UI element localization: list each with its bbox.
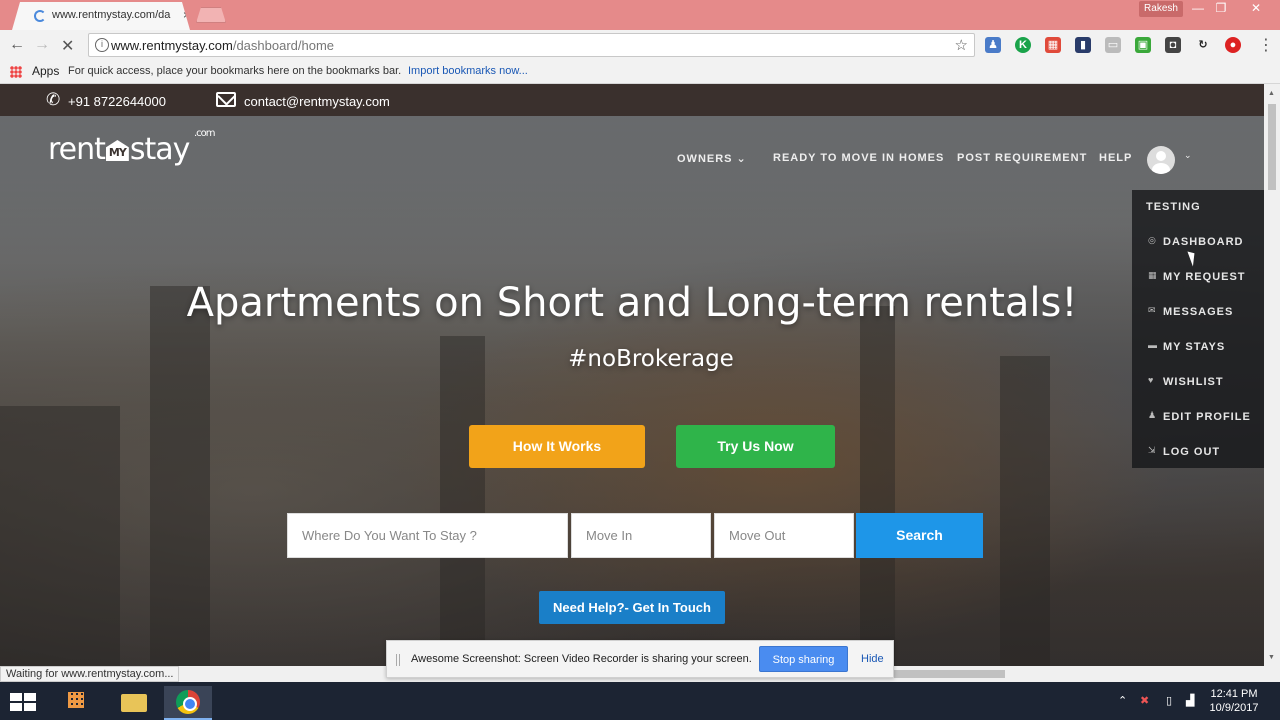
import-bookmarks-link[interactable]: Import bookmarks now... bbox=[408, 65, 528, 77]
apps-icon[interactable] bbox=[10, 66, 22, 78]
nav-post-requirement[interactable]: POST REQUIREMENT bbox=[957, 152, 1087, 164]
nav-ready-to-move[interactable]: READY TO MOVE IN HOMES bbox=[773, 152, 944, 164]
tray-signal-icon[interactable]: ▟ bbox=[1186, 694, 1194, 707]
windows-taskbar: ⌃ ✖ ▯ ▟ 12:41 PM 10/9/2017 bbox=[0, 682, 1280, 720]
extension-recorder-icon[interactable]: ● bbox=[1225, 37, 1241, 53]
contact-bar: ✆ +91 8722644000 contact@rentmystay.com bbox=[0, 84, 1264, 116]
contact-email[interactable]: contact@rentmystay.com bbox=[244, 94, 390, 109]
vertical-scrollbar[interactable]: ▲ ▼ bbox=[1264, 84, 1280, 682]
background-building bbox=[1000, 356, 1050, 666]
taskbar-clock[interactable]: 12:41 PM 10/9/2017 bbox=[1206, 687, 1262, 715]
try-us-now-button[interactable]: Try Us Now bbox=[676, 425, 835, 468]
taskbar-chrome[interactable] bbox=[164, 686, 212, 720]
tab-close-icon[interactable]: × bbox=[183, 8, 190, 22]
scroll-down-icon[interactable]: ▼ bbox=[1268, 654, 1275, 661]
user-dropdown-menu: TESTING ◎ DASHBOARD ▦ MY REQUEST ✉ MESSA… bbox=[1132, 190, 1264, 468]
phone-icon: ✆ bbox=[46, 90, 61, 109]
extension-shield-icon[interactable]: ◘ bbox=[1165, 37, 1181, 53]
folder-icon bbox=[121, 694, 147, 712]
move-out-input[interactable]: Move Out bbox=[714, 513, 854, 558]
page-viewport: ✆ +91 8722644000 contact@rentmystay.com … bbox=[0, 84, 1264, 666]
screen-share-notification: Awesome Screenshot: Screen Video Recorde… bbox=[386, 640, 894, 678]
apps-link[interactable]: Apps bbox=[32, 64, 59, 78]
extension-person-icon[interactable]: ♟ bbox=[985, 37, 1001, 53]
share-message: Awesome Screenshot: Screen Video Recorde… bbox=[411, 653, 752, 665]
how-it-works-button[interactable]: How It Works bbox=[469, 425, 645, 468]
nav-help[interactable]: HELP bbox=[1099, 152, 1132, 164]
tab-title: www.rentmystay.com/da bbox=[52, 9, 171, 21]
bookmarks-bar: Apps For quick access, place your bookma… bbox=[0, 60, 1280, 84]
hide-link[interactable]: Hide bbox=[861, 653, 884, 665]
browser-toolbar: ← → ✕ i www.rentmystay.com/dashboard/hom… bbox=[0, 30, 1280, 60]
scroll-up-icon[interactable]: ▲ bbox=[1268, 90, 1275, 97]
tray-battery-icon[interactable]: ▯ bbox=[1166, 694, 1172, 707]
search-button[interactable]: Search bbox=[856, 513, 983, 558]
mail-icon bbox=[216, 92, 236, 107]
chevron-down-icon[interactable]: ⌄ bbox=[1184, 150, 1192, 161]
browser-tab-strip: www.rentmystay.com/da × Rakesh — ❐ ✕ bbox=[0, 0, 1280, 30]
tray-expand-icon[interactable]: ⌃ bbox=[1118, 694, 1127, 707]
stop-loading-icon[interactable]: ✕ bbox=[61, 36, 74, 56]
vertical-scroll-thumb[interactable] bbox=[1268, 104, 1276, 190]
browser-tab[interactable]: www.rentmystay.com/da × bbox=[12, 2, 190, 30]
menu-icon[interactable]: ⋮ bbox=[1258, 35, 1274, 55]
forward-icon[interactable]: → bbox=[34, 36, 50, 54]
windows-start-icon[interactable] bbox=[10, 693, 36, 711]
nav-owners[interactable]: OWNERS ⌄ bbox=[677, 152, 747, 165]
heart-icon: ♥ bbox=[1148, 375, 1154, 385]
drag-handle-icon[interactable] bbox=[396, 654, 400, 666]
user-avatar[interactable] bbox=[1147, 146, 1175, 174]
chrome-icon bbox=[176, 690, 200, 714]
stop-sharing-button[interactable]: Stop sharing bbox=[759, 646, 848, 672]
background-building bbox=[150, 286, 210, 666]
background-building bbox=[440, 336, 485, 666]
move-in-input[interactable]: Move In bbox=[571, 513, 711, 558]
logout-icon: ⇲ bbox=[1148, 445, 1156, 455]
extension-gray-icon[interactable]: ▭ bbox=[1105, 37, 1121, 53]
bookmarks-hint: For quick access, place your bookmarks h… bbox=[68, 65, 402, 77]
background-building bbox=[0, 406, 120, 666]
new-tab-button[interactable] bbox=[196, 7, 226, 23]
loading-spinner-icon bbox=[34, 10, 46, 22]
user-icon: ♟ bbox=[1148, 410, 1157, 420]
extension-refresh-icon[interactable]: ↻ bbox=[1195, 37, 1211, 53]
profile-button[interactable]: Rakesh bbox=[1139, 1, 1183, 17]
contact-phone[interactable]: +91 8722644000 bbox=[68, 94, 166, 109]
menu-item-edit-profile[interactable]: ♟ EDIT PROFILE bbox=[1132, 400, 1264, 434]
taskbar-explorer[interactable] bbox=[110, 686, 158, 720]
address-url: www.rentmystay.com/dashboard/home bbox=[111, 38, 335, 53]
extension-grid-icon[interactable]: ▦ bbox=[1045, 37, 1061, 53]
close-window-icon[interactable]: ✕ bbox=[1243, 1, 1269, 15]
extension-media-icon[interactable]: ▮ bbox=[1075, 37, 1091, 53]
dashboard-icon: ◎ bbox=[1148, 235, 1156, 245]
hero-subtitle: #noBrokerage bbox=[568, 346, 734, 372]
address-bar[interactable]: i www.rentmystay.com/dashboard/home ☆ bbox=[88, 33, 975, 57]
menu-item-dashboard[interactable]: ◎ DASHBOARD bbox=[1132, 225, 1264, 259]
extension-k-icon[interactable]: K bbox=[1015, 37, 1031, 53]
bookmark-star-icon[interactable]: ☆ bbox=[955, 36, 968, 54]
hero-title: Apartments on Short and Long-term rental… bbox=[186, 280, 1078, 326]
info-icon[interactable]: i bbox=[95, 38, 109, 52]
get-in-touch-button[interactable]: Need Help?- Get In Touch bbox=[539, 591, 725, 624]
site-logo[interactable]: rent MY stay .com bbox=[48, 128, 216, 167]
menu-item-testing[interactable]: TESTING bbox=[1132, 190, 1264, 224]
extension-green-icon[interactable]: ▣ bbox=[1135, 37, 1151, 53]
restore-icon[interactable]: ❐ bbox=[1208, 1, 1234, 15]
menu-item-log-out[interactable]: ⇲ LOG OUT bbox=[1132, 435, 1264, 469]
location-input[interactable]: Where Do You Want To Stay ? bbox=[287, 513, 568, 558]
store-icon bbox=[68, 692, 84, 708]
tray-network-warning-icon[interactable]: ✖ bbox=[1140, 694, 1149, 707]
taskbar-store[interactable] bbox=[52, 686, 100, 720]
status-bubble: Waiting for www.rentmystay.com... bbox=[0, 666, 180, 682]
back-icon[interactable]: ← bbox=[9, 36, 25, 54]
